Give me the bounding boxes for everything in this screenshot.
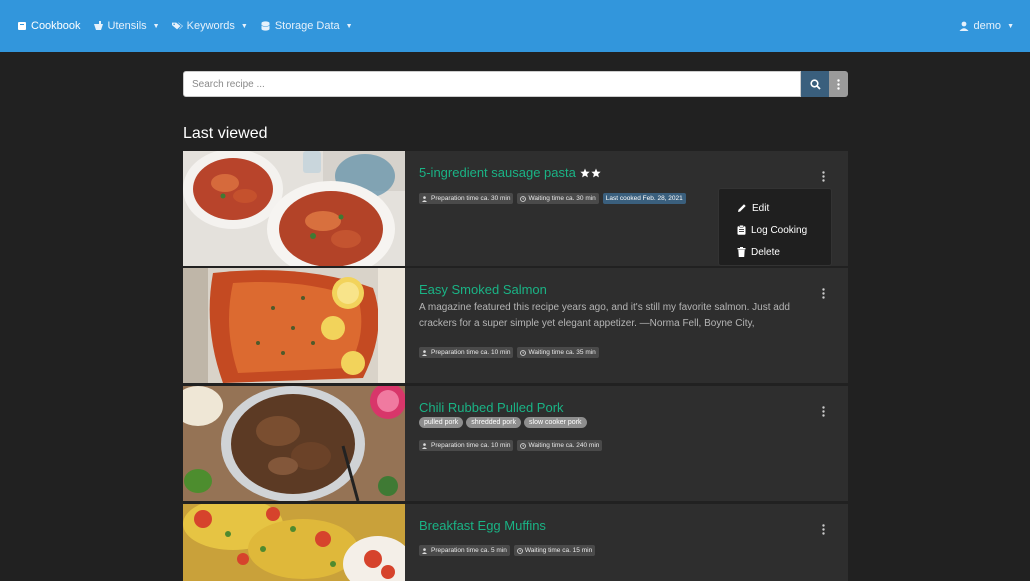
recipe-title[interactable]: 5-ingredient sausage pasta [419, 165, 834, 180]
recipe-title-text[interactable]: 5-ingredient sausage pasta [419, 165, 576, 180]
user-menu[interactable]: demo ▼ [959, 20, 1014, 32]
blender-icon [93, 21, 104, 32]
user-clock-icon [422, 442, 429, 449]
tags-icon [171, 21, 183, 32]
prep-time-badge: Preparation time ca. 10 min [419, 347, 514, 358]
wait-time-text: Waiting time ca. 15 min [524, 547, 593, 554]
recipe-card[interactable]: Easy Smoked Salmon A magazine featured t… [183, 268, 848, 383]
nav-keywords[interactable]: Keywords ▼ [171, 20, 248, 32]
nav-storage-label: Storage Data [274, 20, 340, 32]
recipe-body: Chili Rubbed Pulled Pork pulled pork shr… [405, 386, 848, 501]
menu-item-log-cooking[interactable]: Log Cooking [719, 219, 831, 241]
recipe-image[interactable] [183, 268, 405, 383]
recipe-image[interactable] [183, 386, 405, 501]
rating-stars [580, 168, 601, 178]
chevron-down-icon: ▼ [240, 22, 248, 30]
user-icon [959, 21, 970, 32]
chevron-down-icon: ▼ [1007, 22, 1014, 30]
wait-time-text: Waiting time ca. 240 min [528, 442, 600, 449]
kebab-icon [821, 523, 825, 535]
user-clock-icon [422, 195, 429, 202]
kebab-icon [837, 78, 840, 90]
recipe-image[interactable] [183, 504, 405, 581]
recipe-card[interactable]: Breakfast Egg Muffins Preparation time c… [183, 504, 848, 581]
recipe-title[interactable]: Breakfast Egg Muffins [419, 518, 834, 533]
menu-item-edit[interactable]: Edit [719, 197, 831, 219]
chevron-down-icon: ▼ [345, 22, 353, 30]
nav-utensils-label: Utensils [107, 20, 147, 32]
search-icon [809, 78, 821, 90]
recipe-card[interactable]: Chili Rubbed Pulled Pork pulled pork shr… [183, 386, 848, 501]
navbar: Cookbook Utensils ▼ Keywords ▼ Storage D… [0, 0, 1030, 52]
chevron-down-icon: ▼ [152, 22, 160, 30]
clock-icon [520, 195, 527, 202]
keyword-tag[interactable]: pulled pork [419, 417, 464, 428]
wait-time-badge: Waiting time ca. 35 min [517, 347, 599, 358]
clock-icon [520, 349, 527, 356]
brand-link[interactable]: Cookbook [16, 20, 81, 32]
user-name: demo [973, 20, 1002, 32]
pencil-icon [737, 203, 747, 213]
prep-time-badge: Preparation time ca. 5 min [419, 545, 510, 556]
wait-time-badge: Waiting time ca. 15 min [513, 545, 596, 556]
keyword-list: pulled pork shredded pork slow cooker po… [419, 417, 834, 428]
nav-utensils[interactable]: Utensils ▼ [93, 20, 160, 32]
recipe-meta: Preparation time ca. 10 min Waiting time… [419, 347, 834, 358]
recipe-body: Easy Smoked Salmon A magazine featured t… [405, 268, 848, 383]
book-icon [16, 21, 27, 32]
brand-label: Cookbook [31, 20, 81, 32]
user-clock-icon [422, 547, 429, 554]
recipe-menu-button[interactable] [818, 169, 828, 183]
star-icon [580, 168, 590, 178]
recipe-title[interactable]: Chili Rubbed Pulled Pork [419, 400, 834, 415]
prep-time-badge: Preparation time ca. 10 min [419, 440, 514, 451]
recipe-title-text[interactable]: Easy Smoked Salmon [419, 282, 547, 297]
wait-time-badge: Waiting time ca. 30 min [517, 193, 599, 204]
recipe-title-text[interactable]: Chili Rubbed Pulled Pork [419, 400, 564, 415]
menu-item-delete[interactable]: Delete [719, 241, 831, 263]
last-cooked-badge: Last cooked Feb. 28, 2021 [602, 193, 686, 204]
kebab-icon [821, 170, 825, 182]
trash-icon [737, 247, 746, 257]
kebab-icon [821, 405, 825, 417]
keyword-tag[interactable]: slow cooker pork [524, 417, 587, 428]
recipe-body: Breakfast Egg Muffins Preparation time c… [405, 504, 848, 581]
search-bar [183, 71, 848, 97]
recipe-title-text[interactable]: Breakfast Egg Muffins [419, 518, 546, 533]
section-title: Last viewed [183, 125, 268, 142]
search-button[interactable] [801, 71, 829, 97]
recipe-context-menu: Edit Log Cooking Delete [718, 188, 832, 266]
recipe-image[interactable] [183, 151, 405, 266]
menu-item-edit-label: Edit [752, 202, 770, 214]
recipe-menu-button[interactable] [818, 522, 828, 536]
clipboard-icon [737, 225, 746, 235]
recipe-menu-button[interactable] [818, 286, 828, 300]
recipe-meta: Preparation time ca. 5 min Waiting time … [419, 545, 834, 556]
recipe-title[interactable]: Easy Smoked Salmon [419, 282, 834, 297]
search-options-button[interactable] [829, 71, 848, 97]
star-icon [591, 168, 601, 178]
nav-storage-data[interactable]: Storage Data ▼ [260, 20, 353, 32]
clock-icon [516, 547, 523, 554]
clock-icon [520, 442, 527, 449]
database-icon [260, 21, 271, 32]
kebab-icon [821, 287, 825, 299]
keyword-tag[interactable]: shredded pork [466, 417, 522, 428]
recipe-meta: Preparation time ca. 10 min Waiting time… [419, 440, 834, 451]
wait-time-badge: Waiting time ca. 240 min [517, 440, 603, 451]
prep-time-text: Preparation time ca. 5 min [431, 547, 507, 554]
recipe-description: A magazine featured this recipe years ag… [419, 302, 790, 329]
search-input[interactable] [183, 71, 801, 97]
menu-item-delete-label: Delete [751, 246, 780, 258]
prep-time-text: Preparation time ca. 10 min [431, 442, 511, 449]
recipe-menu-button[interactable] [818, 404, 828, 418]
user-clock-icon [422, 349, 429, 356]
prep-time-badge: Preparation time ca. 30 min [419, 193, 514, 204]
wait-time-text: Waiting time ca. 30 min [528, 195, 596, 202]
prep-time-text: Preparation time ca. 30 min [431, 195, 511, 202]
nav-keywords-label: Keywords [186, 20, 235, 32]
menu-item-log-label: Log Cooking [751, 224, 808, 236]
prep-time-text: Preparation time ca. 10 min [431, 349, 511, 356]
wait-time-text: Waiting time ca. 35 min [528, 349, 596, 356]
